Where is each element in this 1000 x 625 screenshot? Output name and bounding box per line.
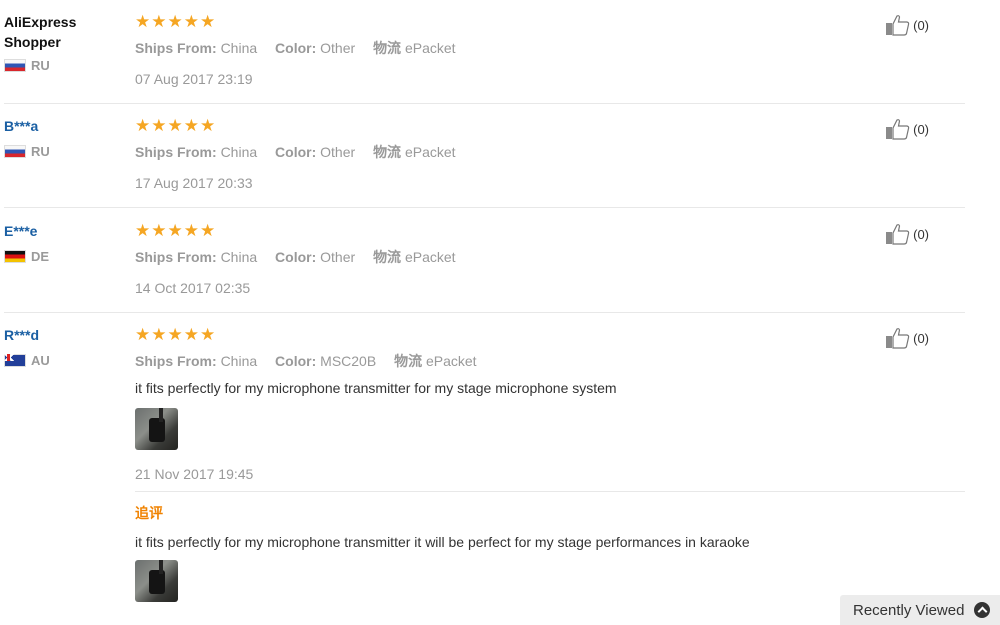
flag-ru-icon [4,145,26,158]
review-content: ★★★★★ Ships From: China Color: Other 物流 … [135,12,470,87]
followup-divider [135,491,965,492]
country-code: RU [31,58,50,73]
reviewer-name[interactable]: B***a [4,116,50,136]
review-meta: Ships From: China Color: MSC20B 物流 ePack… [135,353,477,369]
like-button[interactable]: (0) [885,327,929,349]
review-content: ★★★★★ Ships From: China Color: MSC20B 物流… [135,325,965,602]
reviewer-info: E***e DE [4,221,49,264]
like-button[interactable]: (0) [885,118,929,140]
flag-au-icon [4,354,26,367]
like-button[interactable]: (0) [885,14,929,36]
country-code: RU [31,144,50,159]
reviewer-country: RU [4,144,50,159]
thumbs-up-icon [886,328,910,349]
reviewer-country: RU [4,58,76,73]
star-rating: ★★★★★ [135,221,217,240]
like-count: (0) [913,17,929,33]
like-count: (0) [913,121,929,137]
review-meta: Ships From: China Color: Other 物流 ePacke… [135,144,456,160]
review-item: R***d AU ★★★★★ Ships From: China Color: … [0,313,965,619]
reviewer-country: DE [4,249,49,264]
recently-viewed-label: Recently Viewed [853,601,965,619]
reviewer-info: R***d AU [4,325,50,368]
star-rating: ★★★★★ [135,116,217,135]
star-rating: ★★★★★ [135,12,217,31]
followup-text: it fits perfectly for my microphone tran… [135,534,750,550]
like-count: (0) [913,330,929,346]
review-date: 21 Nov 2017 19:45 [135,466,254,482]
thumbs-up-icon [886,224,910,245]
review-text: it fits perfectly for my microphone tran… [135,380,617,396]
thumbs-up-icon [886,15,910,36]
review-item: B***a RU ★★★★★ Ships From: China Color: … [0,104,965,208]
like-count: (0) [913,226,929,242]
reviewer-country: AU [4,353,50,368]
review-content: ★★★★★ Ships From: China Color: Other 物流 … [135,221,470,296]
followup-photo[interactable] [135,560,178,602]
recently-viewed-tab[interactable]: Recently Viewed [840,595,1000,625]
reviewer-name[interactable]: E***e [4,221,49,241]
reviewer-info: AliExpress Shopper RU [4,12,76,73]
review-meta: Ships From: China Color: Other 物流 ePacke… [135,249,456,265]
reviewer-name[interactable]: R***d [4,325,50,345]
thumbs-up-icon [886,119,910,140]
flag-de-icon [4,250,26,263]
review-item: E***e DE ★★★★★ Ships From: China Color: … [0,209,965,313]
review-date: 14 Oct 2017 02:35 [135,280,251,296]
chevron-up-circle-icon [974,602,991,618]
country-code: AU [31,353,50,368]
reviewer-info: B***a RU [4,116,50,159]
review-item: AliExpress Shopper RU ★★★★★ Ships From: … [0,0,965,104]
review-date: 17 Aug 2017 20:33 [135,175,253,191]
like-button[interactable]: (0) [885,223,929,245]
review-meta: Ships From: China Color: Other 物流 ePacke… [135,40,456,56]
followup-label: 追评 [135,505,163,521]
star-rating: ★★★★★ [135,325,217,344]
flag-ru-icon [4,59,26,72]
review-content: ★★★★★ Ships From: China Color: Other 物流 … [135,116,470,191]
reviewer-name: AliExpress Shopper [4,14,77,50]
review-date: 07 Aug 2017 23:19 [135,71,253,87]
country-code: DE [31,249,50,264]
review-photo[interactable] [135,408,178,450]
review-divider [4,207,965,208]
